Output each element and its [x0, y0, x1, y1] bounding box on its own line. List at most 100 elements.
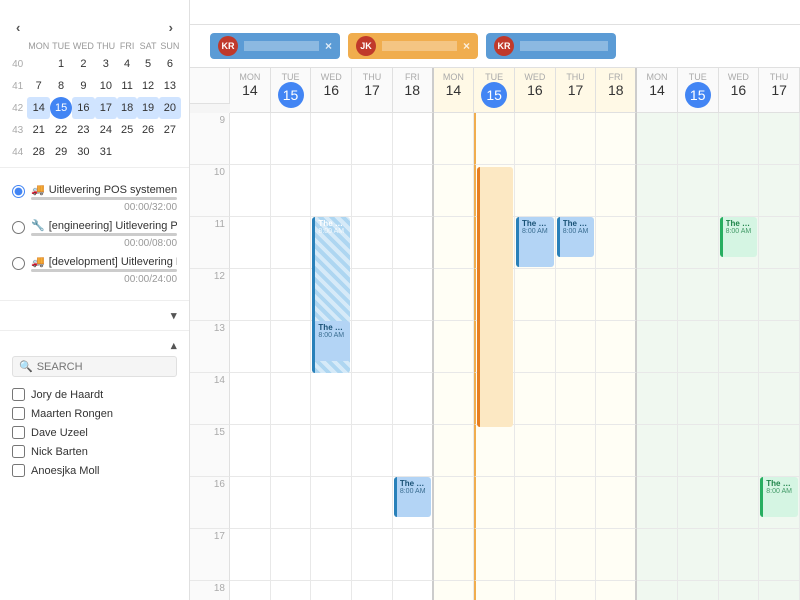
calendar-cell[interactable] [678, 321, 719, 373]
calendar-cell[interactable] [637, 373, 678, 425]
calendar-cell[interactable] [474, 113, 515, 165]
calendar-cell[interactable] [311, 113, 352, 165]
cal-day[interactable]: 28 [27, 141, 50, 163]
calendar-cell[interactable] [596, 113, 637, 165]
calendar-cell[interactable] [556, 373, 597, 425]
calendar-cell[interactable] [393, 321, 434, 373]
cal-day[interactable]: 13 [159, 75, 181, 97]
cal-day[interactable]: 26 [137, 119, 158, 141]
cal-day[interactable]: 8 [50, 75, 72, 97]
calendar-cell[interactable] [393, 373, 434, 425]
calendar-cell[interactable] [230, 217, 271, 269]
cal-day[interactable]: 21 [27, 119, 50, 141]
calendar-cell[interactable] [556, 581, 597, 600]
task-item[interactable]: 🚚Uitlevering POS systemen...00:00/32:00 [12, 180, 177, 216]
calendar-cell[interactable] [271, 217, 312, 269]
calendar-cell[interactable] [393, 581, 434, 600]
user-header[interactable]: ▴ [12, 339, 177, 352]
calendar-cell[interactable]: The Jane Up8:00 AM [719, 217, 760, 269]
user-item[interactable]: Jory de Haardt [12, 385, 177, 404]
calendar-cell[interactable] [271, 113, 312, 165]
cal-day[interactable]: 17 [95, 97, 117, 119]
calendar-area[interactable]: MON14TUE15WED16THU17FRI18MON14TUE15WED16… [190, 68, 800, 600]
calendar-cell[interactable] [515, 477, 556, 529]
calendar-event[interactable] [477, 167, 513, 427]
calendar-cell[interactable] [759, 269, 800, 321]
user-checkbox[interactable] [12, 388, 25, 401]
calendar-cell[interactable] [352, 529, 393, 581]
cal-day[interactable]: 5 [137, 53, 158, 75]
calendar-cell[interactable] [434, 113, 475, 165]
calendar-cell[interactable] [434, 321, 475, 373]
cal-day[interactable]: 4 [117, 53, 138, 75]
cal-day[interactable]: 9 [72, 75, 95, 97]
calendar-cell[interactable] [678, 113, 719, 165]
calendar-event[interactable]: The Jane Up8:00 AM [394, 477, 431, 517]
task-radio[interactable] [12, 221, 25, 234]
calendar-cell[interactable] [637, 113, 678, 165]
calendar-cell[interactable] [637, 321, 678, 373]
calendar-cell[interactable] [352, 373, 393, 425]
calendar-cell[interactable] [759, 581, 800, 600]
calendar-cell[interactable] [719, 321, 760, 373]
calendar-cell[interactable] [719, 165, 760, 217]
task-radio[interactable] [12, 185, 25, 198]
cal-day[interactable]: 30 [72, 141, 95, 163]
cal-day[interactable]: 6 [159, 53, 181, 75]
calendar-cell[interactable] [719, 425, 760, 477]
calendar-cell[interactable] [271, 165, 312, 217]
calendar-cell[interactable] [759, 113, 800, 165]
calendar-cell[interactable] [678, 529, 719, 581]
user-item[interactable]: Maarten Rongen [12, 404, 177, 423]
calendar-cell[interactable] [678, 373, 719, 425]
calendar-cell[interactable] [352, 269, 393, 321]
calendar-cell[interactable] [515, 373, 556, 425]
calendar-cell[interactable] [637, 529, 678, 581]
calendar-event[interactable]: The Jane Up8:00 AM [312, 321, 350, 361]
calendar-cell[interactable]: The Jane Up8:00 AM [759, 477, 800, 529]
calendar-cell[interactable] [719, 477, 760, 529]
calendar-cell[interactable] [556, 269, 597, 321]
calendar-cell[interactable] [474, 529, 515, 581]
calendar-cell[interactable] [515, 113, 556, 165]
calendar-cell[interactable] [759, 425, 800, 477]
calendar-cell[interactable] [230, 529, 271, 581]
calendar-cell[interactable] [556, 165, 597, 217]
calendar-cell[interactable] [596, 321, 637, 373]
user-checkbox[interactable] [12, 426, 25, 439]
task-radio[interactable] [12, 257, 25, 270]
calendar-cell[interactable] [759, 373, 800, 425]
calendar-cell[interactable] [596, 217, 637, 269]
cal-day[interactable]: 27 [159, 119, 181, 141]
calendar-cell[interactable] [678, 425, 719, 477]
calendar-cell[interactable] [678, 477, 719, 529]
calendar-cell[interactable] [434, 165, 475, 217]
calendar-cell[interactable] [434, 269, 475, 321]
calendar-cell[interactable] [311, 425, 352, 477]
prev-month-button[interactable]: ‹ [12, 20, 24, 35]
calendar-cell[interactable] [352, 321, 393, 373]
calendar-cell[interactable] [352, 477, 393, 529]
calendar-cell[interactable] [759, 165, 800, 217]
calendar-cell[interactable] [393, 529, 434, 581]
calendar-cell[interactable] [393, 269, 434, 321]
week-filter-close[interactable]: × [325, 39, 332, 53]
cal-day[interactable]: 16 [72, 97, 95, 119]
cal-day[interactable]: 18 [117, 97, 138, 119]
calendar-event[interactable]: The Jane Up8:00 AM [516, 217, 554, 267]
calendar-cell[interactable] [596, 529, 637, 581]
calendar-cell[interactable] [393, 165, 434, 217]
user-checkbox[interactable] [12, 445, 25, 458]
calendar-cell[interactable]: The Jane Up8:00 AM [515, 217, 556, 269]
calendar-cell[interactable] [230, 113, 271, 165]
calendar-event[interactable]: The Jane Up8:00 AM [720, 217, 758, 257]
user-checkbox[interactable] [12, 407, 25, 420]
calendar-cell[interactable] [271, 425, 312, 477]
cal-day[interactable]: 31 [95, 141, 117, 163]
calendar-cell[interactable] [759, 529, 800, 581]
calendar-cell[interactable] [393, 113, 434, 165]
calendar-cell[interactable] [311, 529, 352, 581]
calendar-cell[interactable] [352, 165, 393, 217]
calendar-cell[interactable] [719, 269, 760, 321]
calendar-cell[interactable] [596, 581, 637, 600]
